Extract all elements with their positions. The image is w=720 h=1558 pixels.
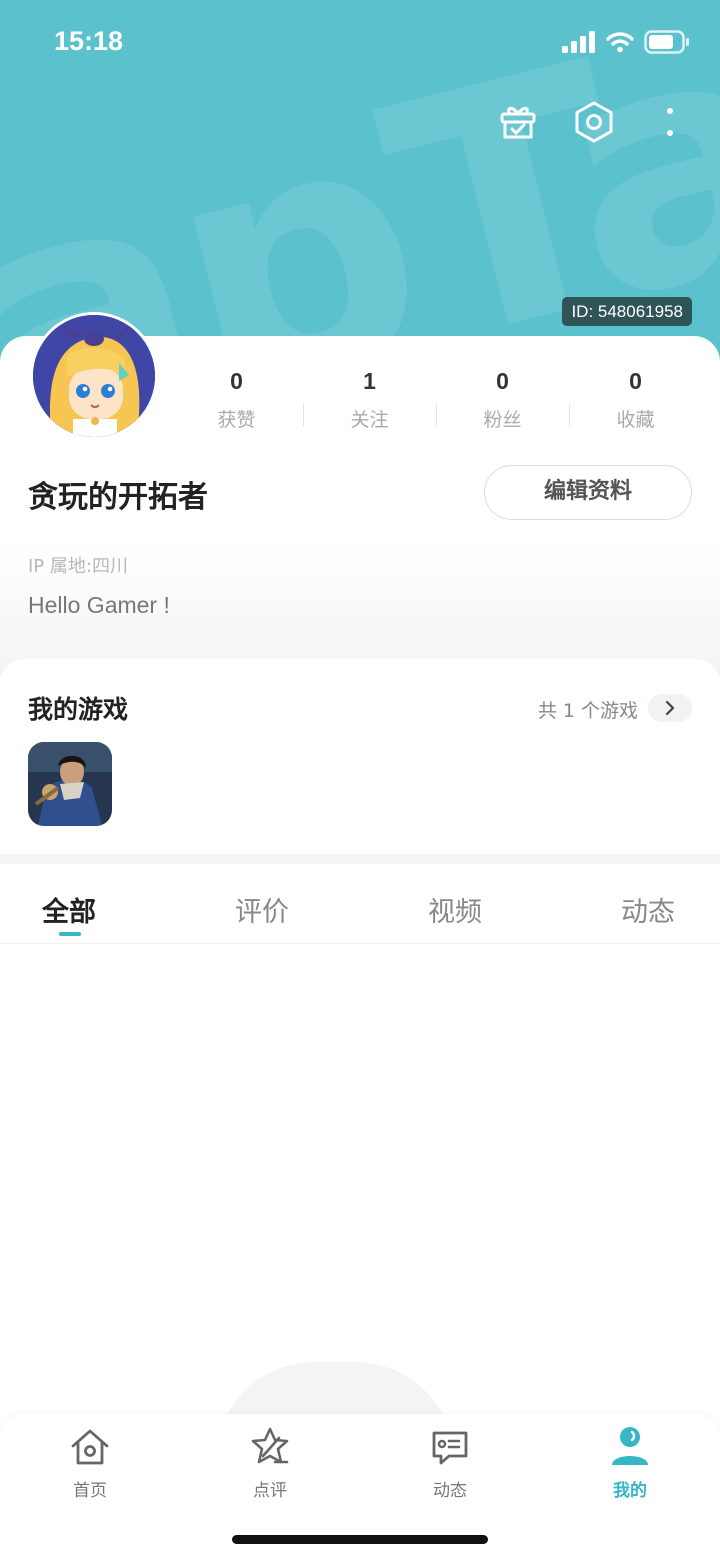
settings-hexagon-icon — [575, 101, 613, 143]
avatar[interactable] — [30, 312, 158, 440]
stat-label: 关注 — [350, 409, 389, 431]
edit-profile-button[interactable]: 编辑资料 — [484, 465, 692, 520]
stat-label: 获赞 — [217, 409, 256, 431]
review-pen-icon — [251, 1427, 289, 1464]
feed-message-icon — [432, 1431, 468, 1465]
my-games-count[interactable]: 共 1 个游戏 — [538, 696, 638, 723]
nav-home[interactable]: 首页 — [40, 1424, 140, 1501]
stat-value: 0 — [496, 368, 509, 394]
user-id-badge[interactable]: ID: 548061958 — [562, 297, 692, 326]
stat-label: 收藏 — [616, 409, 655, 431]
active-tab-indicator — [59, 932, 81, 936]
home-icon — [71, 1429, 109, 1465]
nav-label: 点评 — [253, 1481, 287, 1501]
more-vertical-icon — [667, 108, 673, 136]
stat-label: 粉丝 — [483, 409, 522, 431]
my-games-more-button[interactable] — [648, 694, 692, 722]
settings-button[interactable] — [574, 100, 614, 144]
nav-label: 我的 — [613, 1481, 647, 1501]
avatar-character-illustration — [33, 315, 155, 437]
status-time: 15:18 — [54, 26, 124, 56]
content-tabs: 全部 评价 视频 动态 — [0, 864, 720, 944]
profile-stats: 0 获赞 1 关注 0 粉丝 0 收藏 — [170, 368, 702, 432]
nav-label: 动态 — [433, 1481, 467, 1501]
tab-all[interactable]: 全部 — [42, 890, 96, 929]
tab-feed[interactable]: 动态 — [621, 890, 675, 929]
stat-value: 0 — [230, 368, 243, 394]
chevron-right-icon — [665, 700, 675, 716]
game-icon[interactable] — [28, 742, 112, 826]
nav-label: 首页 — [73, 1481, 107, 1501]
nav-me[interactable]: 我的 — [580, 1424, 680, 1501]
tab-reviews[interactable]: 评价 — [235, 890, 289, 929]
stat-favorites[interactable]: 0 收藏 — [569, 368, 702, 432]
wifi-icon — [606, 32, 634, 53]
signal-icon — [562, 31, 595, 53]
battery-icon — [644, 30, 689, 54]
header-actions — [498, 100, 690, 144]
home-indicator — [232, 1535, 488, 1544]
my-games-title: 我的游戏 — [28, 695, 129, 724]
gift-icon — [500, 106, 536, 139]
stat-likes[interactable]: 0 获赞 — [170, 368, 303, 432]
stat-fans[interactable]: 0 粉丝 — [436, 368, 569, 432]
stat-following[interactable]: 1 关注 — [303, 368, 436, 432]
game-artwork-illustration — [28, 742, 112, 826]
more-options-button[interactable] — [650, 100, 690, 144]
gift-button[interactable] — [498, 100, 538, 144]
tab-videos[interactable]: 视频 — [428, 890, 482, 929]
ip-location: IP 属地:四川 — [28, 556, 128, 577]
status-icons — [562, 30, 690, 54]
nav-feed[interactable]: 动态 — [400, 1424, 500, 1501]
stat-value: 1 — [363, 368, 376, 394]
profile-person-icon — [612, 1427, 648, 1465]
stat-value: 0 — [629, 368, 642, 394]
user-nickname: 贪玩的开拓者 — [28, 480, 208, 515]
user-bio: Hello Gamer ! — [28, 592, 170, 618]
section-separator — [0, 854, 720, 864]
nav-review[interactable]: 点评 — [220, 1424, 320, 1501]
